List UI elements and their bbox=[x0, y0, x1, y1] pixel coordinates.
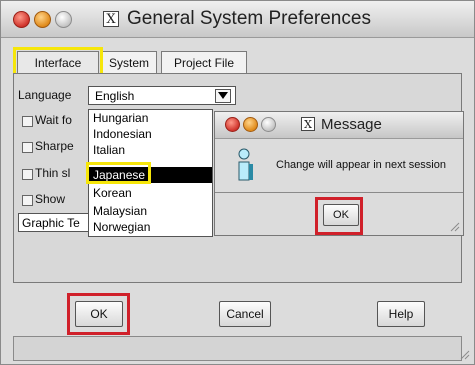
close-button[interactable] bbox=[13, 11, 30, 28]
list-item[interactable]: Hungarian bbox=[89, 112, 212, 125]
message-dialog: X Message Change will appear in next ses… bbox=[214, 111, 464, 236]
cancel-button[interactable]: Cancel bbox=[219, 301, 271, 327]
language-dropdown-list[interactable]: Hungarian Indonesian Italian Japanese Ko… bbox=[88, 109, 213, 237]
help-button[interactable]: Help bbox=[377, 301, 425, 327]
ok-button[interactable]: OK bbox=[75, 301, 123, 327]
minimize-button[interactable] bbox=[34, 11, 51, 28]
graphic-label: Graphic Te bbox=[22, 216, 80, 230]
language-select[interactable]: English bbox=[88, 86, 236, 105]
sharpen-label: Sharpe bbox=[35, 139, 74, 153]
zoom-button[interactable] bbox=[55, 11, 72, 28]
general-system-preferences-window: X General System Preferences Interface S… bbox=[0, 0, 475, 365]
sharpen-checkbox[interactable] bbox=[22, 142, 33, 153]
dialog-title-bar[interactable]: X Message bbox=[215, 112, 463, 139]
status-area bbox=[13, 336, 462, 361]
tab-interface[interactable]: Interface bbox=[17, 51, 99, 73]
x11-app-icon: X bbox=[103, 11, 119, 27]
dialog-close-button[interactable] bbox=[225, 117, 240, 132]
wait-label: Wait fo bbox=[35, 113, 72, 127]
show-checkbox[interactable] bbox=[22, 195, 33, 206]
resize-grip-icon[interactable] bbox=[448, 220, 460, 232]
info-icon bbox=[238, 148, 253, 181]
title-bar[interactable]: X General System Preferences bbox=[1, 1, 474, 38]
list-item[interactable]: Korean bbox=[89, 187, 212, 200]
dialog-title: Message bbox=[321, 116, 382, 133]
window-title: General System Preferences bbox=[127, 8, 371, 29]
list-item-selected[interactable]: Japanese bbox=[89, 167, 212, 183]
language-value: English bbox=[95, 89, 135, 103]
dialog-separator bbox=[215, 192, 463, 193]
dialog-ok-button[interactable]: OK bbox=[323, 204, 359, 226]
chevron-down-icon[interactable] bbox=[215, 89, 231, 103]
list-item[interactable]: Italian bbox=[89, 144, 212, 157]
x11-app-icon: X bbox=[301, 117, 315, 131]
dialog-zoom-button[interactable] bbox=[261, 117, 276, 132]
language-label: Language bbox=[18, 88, 72, 102]
list-item[interactable]: Norwegian bbox=[89, 221, 212, 234]
wait-checkbox[interactable] bbox=[22, 116, 33, 127]
window-resize-grip-icon[interactable] bbox=[458, 348, 470, 360]
thin-checkbox[interactable] bbox=[22, 169, 33, 180]
tab-project-file[interactable]: Project File bbox=[161, 51, 247, 73]
show-label: Show bbox=[35, 192, 66, 206]
list-item[interactable]: Indonesian bbox=[89, 128, 212, 141]
list-item[interactable]: Malaysian bbox=[89, 205, 212, 218]
dialog-message: Change will appear in next session bbox=[276, 159, 446, 171]
dialog-minimize-button[interactable] bbox=[243, 117, 258, 132]
tab-system[interactable]: System bbox=[101, 51, 157, 73]
thin-label: Thin sl bbox=[35, 166, 71, 180]
